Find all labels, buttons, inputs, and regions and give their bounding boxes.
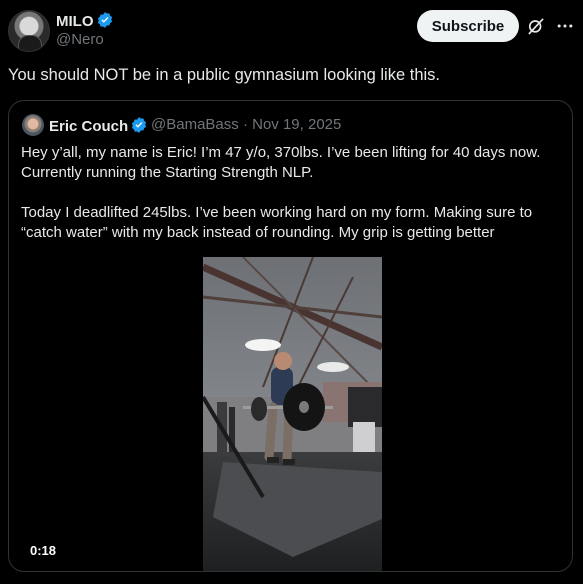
video-duration: 0:18 [30, 543, 57, 558]
video-player[interactable] [203, 257, 382, 571]
quoted-paragraph: Today I deadlifted 245lbs. I’ve been wor… [21, 204, 533, 241]
quoted-author-avatar[interactable] [22, 114, 44, 136]
quoted-author-name-row[interactable]: Eric Couch [49, 116, 148, 135]
quoted-date[interactable]: Nov 19, 2025 [252, 116, 341, 133]
video-frame [203, 257, 382, 571]
subscribe-button[interactable]: Subscribe [417, 10, 519, 42]
more-icon[interactable] [555, 16, 575, 36]
author-handle[interactable]: @Nero [56, 31, 104, 48]
quoted-meta: @BamaBass · Nov 19, 2025 [151, 116, 341, 133]
quoted-post[interactable]: Eric Couch @BamaBass · Nov 19, 2025 Hey … [8, 100, 573, 572]
author-display-name[interactable]: MILO [56, 13, 94, 30]
author-avatar[interactable] [8, 10, 50, 52]
tweet-text: You should NOT be in a public gymnasium … [8, 66, 440, 84]
author-name-row[interactable]: MILO [56, 11, 114, 30]
quoted-paragraph: Hey y’all, my name is Eric! I’m 47 y/o, … [21, 144, 541, 181]
meta-separator: · [242, 116, 248, 133]
quoted-author-handle[interactable]: @BamaBass [151, 116, 239, 133]
quoted-author-display-name[interactable]: Eric Couch [49, 118, 128, 135]
verified-badge-icon [97, 12, 112, 28]
quoted-text: Hey y’all, my name is Eric! I’m 47 y/o, … [21, 143, 561, 243]
grok-icon[interactable] [526, 16, 546, 36]
verified-badge-icon [132, 117, 147, 133]
